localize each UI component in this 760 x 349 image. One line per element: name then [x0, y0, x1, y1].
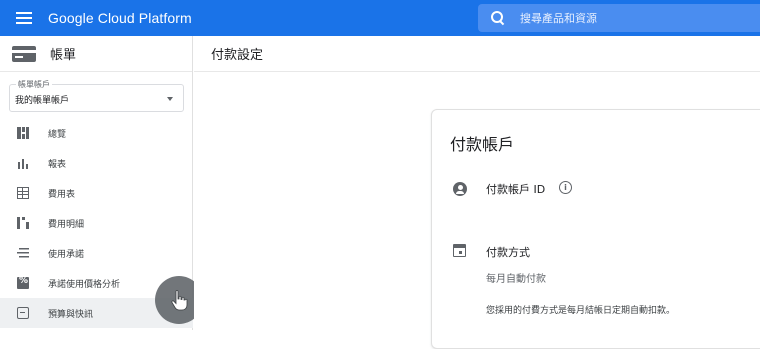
payment-method-description: 您採用的付費方式是每月結帳日定期自動扣款。 — [486, 306, 676, 316]
dropdown-caret-icon — [167, 97, 173, 101]
page-title: 付款設定 — [211, 48, 264, 63]
commitments-icon — [17, 247, 29, 259]
budget-icon — [17, 307, 29, 319]
search-bar[interactable]: 搜尋產品和資源 — [478, 4, 760, 32]
hand-pointer-icon — [171, 290, 188, 311]
sidebar-item-label: 費用表 — [48, 189, 76, 200]
sidebar-item-label: 報表 — [48, 159, 67, 170]
sidebar-item-cost-table[interactable]: 費用表 — [0, 178, 193, 208]
hamburger-menu-icon[interactable] — [16, 11, 36, 25]
info-icon[interactable]: i — [559, 181, 572, 194]
page-header: 付款設定 — [194, 36, 760, 72]
pricing-icon — [17, 276, 29, 289]
billing-account-select[interactable]: 帳單帳戶 我的帳單帳戶 — [9, 79, 184, 112]
sidebar-item-label: 使用承諾 — [48, 249, 85, 260]
sidebar-item-label: 預算與快訊 — [48, 309, 94, 320]
billing-account-label: 帳單帳戶 — [16, 79, 52, 90]
app-title[interactable]: Google Cloud Platform — [48, 10, 192, 26]
calendar-icon — [453, 244, 466, 257]
sidebar-item-reports[interactable]: 報表 — [0, 148, 193, 178]
search-icon — [490, 10, 506, 26]
overview-icon — [17, 127, 29, 139]
sidebar-header: 帳單 — [0, 36, 192, 72]
search-input[interactable]: 搜尋產品和資源 — [520, 10, 597, 26]
payment-method-value: 每月自動付款 — [486, 274, 546, 285]
card-title: 付款帳戶 — [450, 135, 515, 154]
top-app-bar: Google Cloud Platform 搜尋產品和資源 — [0, 0, 760, 36]
sidebar-item-label: 總覽 — [48, 129, 67, 140]
sidebar-title: 帳單 — [50, 48, 77, 63]
billing-account-value: 我的帳單帳戶 — [15, 96, 70, 106]
cost-table-icon — [17, 187, 29, 199]
payment-method-label: 付款方式 — [486, 246, 530, 259]
reports-icon — [17, 157, 29, 169]
account-circle-icon — [453, 182, 467, 196]
payment-account-card: 付款帳戶 付款帳戶 ID i 付款方式 每月自動付款 您採用的付費方式是每月結帳… — [431, 109, 760, 349]
sidebar-item-commitments[interactable]: 使用承諾 — [0, 238, 193, 268]
sidebar-item-label: 承諾使用價格分析 — [48, 279, 121, 290]
payment-account-id-label: 付款帳戶 ID — [486, 183, 546, 196]
billing-icon — [12, 45, 36, 62]
sidebar-item-cost-breakdown[interactable]: 費用明細 — [0, 208, 193, 238]
cost-breakdown-icon — [17, 217, 29, 229]
sidebar-item-label: 費用明細 — [48, 219, 85, 230]
sidebar-item-overview[interactable]: 總覽 — [0, 118, 193, 148]
